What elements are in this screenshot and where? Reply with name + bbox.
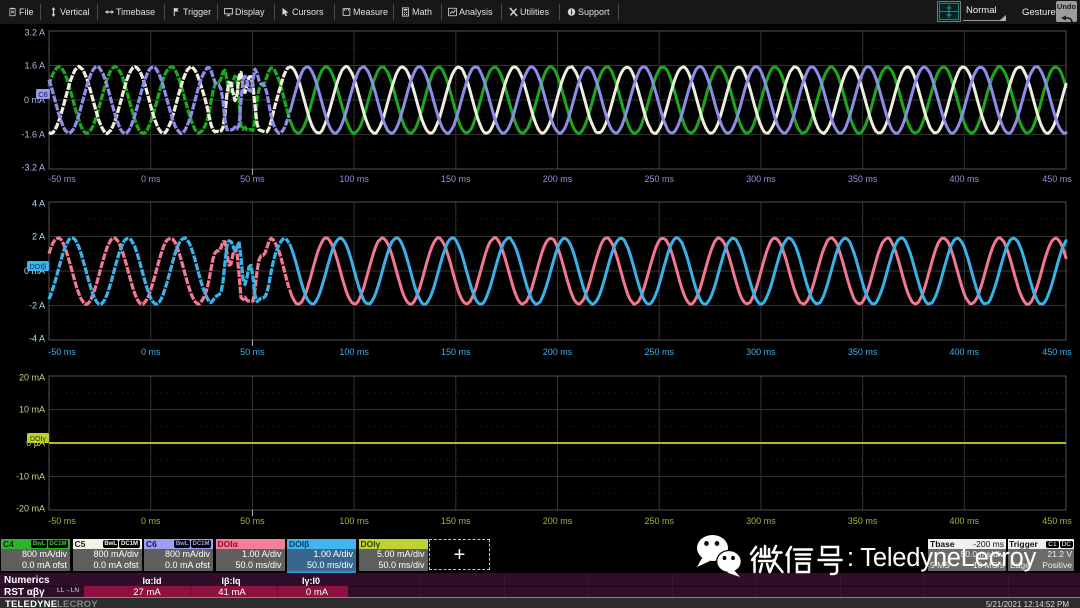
svg-text:250 ms: 250 ms	[644, 174, 674, 184]
svg-text:300 ms: 300 ms	[746, 347, 776, 357]
svg-text:50 ms: 50 ms	[240, 174, 265, 184]
svg-text:-50 ms: -50 ms	[48, 174, 76, 184]
svg-text:3.2 A: 3.2 A	[24, 28, 45, 38]
svg-text:150 ms: 150 ms	[441, 347, 471, 357]
svg-text:150 ms: 150 ms	[441, 516, 471, 526]
svg-text:450 ms: 450 ms	[1042, 347, 1072, 357]
svg-text:50 ms: 50 ms	[240, 347, 265, 357]
svg-text:-50 ms: -50 ms	[48, 347, 76, 357]
svg-text:-10 mA: -10 mA	[16, 472, 45, 482]
svg-text:100 ms: 100 ms	[339, 347, 369, 357]
svg-text:400 ms: 400 ms	[950, 174, 980, 184]
svg-text:100 ms: 100 ms	[339, 174, 369, 184]
svg-text:0 ms: 0 ms	[141, 174, 161, 184]
svg-text:20 mA: 20 mA	[19, 373, 45, 383]
svg-text:200 ms: 200 ms	[543, 516, 573, 526]
svg-text:300 ms: 300 ms	[746, 516, 776, 526]
svg-text:50 ms: 50 ms	[240, 516, 265, 526]
svg-text:-20 mA: -20 mA	[16, 504, 45, 514]
svg-text:-4 A: -4 A	[29, 334, 45, 344]
svg-text:350 ms: 350 ms	[848, 174, 878, 184]
svg-text:300 ms: 300 ms	[746, 174, 776, 184]
svg-text:4 A: 4 A	[32, 199, 45, 209]
svg-text:350 ms: 350 ms	[848, 347, 878, 357]
svg-text:150 ms: 150 ms	[441, 174, 471, 184]
svg-text:1.6 A: 1.6 A	[24, 61, 45, 71]
svg-text:250 ms: 250 ms	[644, 347, 674, 357]
svg-text:450 ms: 450 ms	[1042, 174, 1072, 184]
svg-text:C6: C6	[38, 90, 48, 99]
svg-text:100 ms: 100 ms	[339, 516, 369, 526]
svg-text:400 ms: 400 ms	[950, 347, 980, 357]
svg-text:250 ms: 250 ms	[644, 516, 674, 526]
svg-text:DOIβ: DOIβ	[30, 264, 46, 271]
svg-text:450 ms: 450 ms	[1042, 516, 1072, 526]
svg-text:200 ms: 200 ms	[543, 347, 573, 357]
svg-text:-50 ms: -50 ms	[48, 516, 76, 526]
svg-text:DOIγ: DOIγ	[30, 436, 46, 443]
svg-text:10 mA: 10 mA	[19, 405, 45, 415]
svg-text:2 A: 2 A	[32, 232, 45, 242]
svg-text:-1.6 A: -1.6 A	[21, 130, 45, 140]
svg-text:-3.2 A: -3.2 A	[21, 163, 45, 173]
svg-text:200 ms: 200 ms	[543, 174, 573, 184]
svg-text:0 ms: 0 ms	[141, 516, 161, 526]
svg-text:0 ms: 0 ms	[141, 347, 161, 357]
svg-text:-2 A: -2 A	[29, 301, 45, 311]
svg-text:350 ms: 350 ms	[848, 516, 878, 526]
svg-text:400 ms: 400 ms	[950, 516, 980, 526]
svg-text:: TeledyneLecroy: : TeledyneLecroy	[847, 544, 1037, 572]
